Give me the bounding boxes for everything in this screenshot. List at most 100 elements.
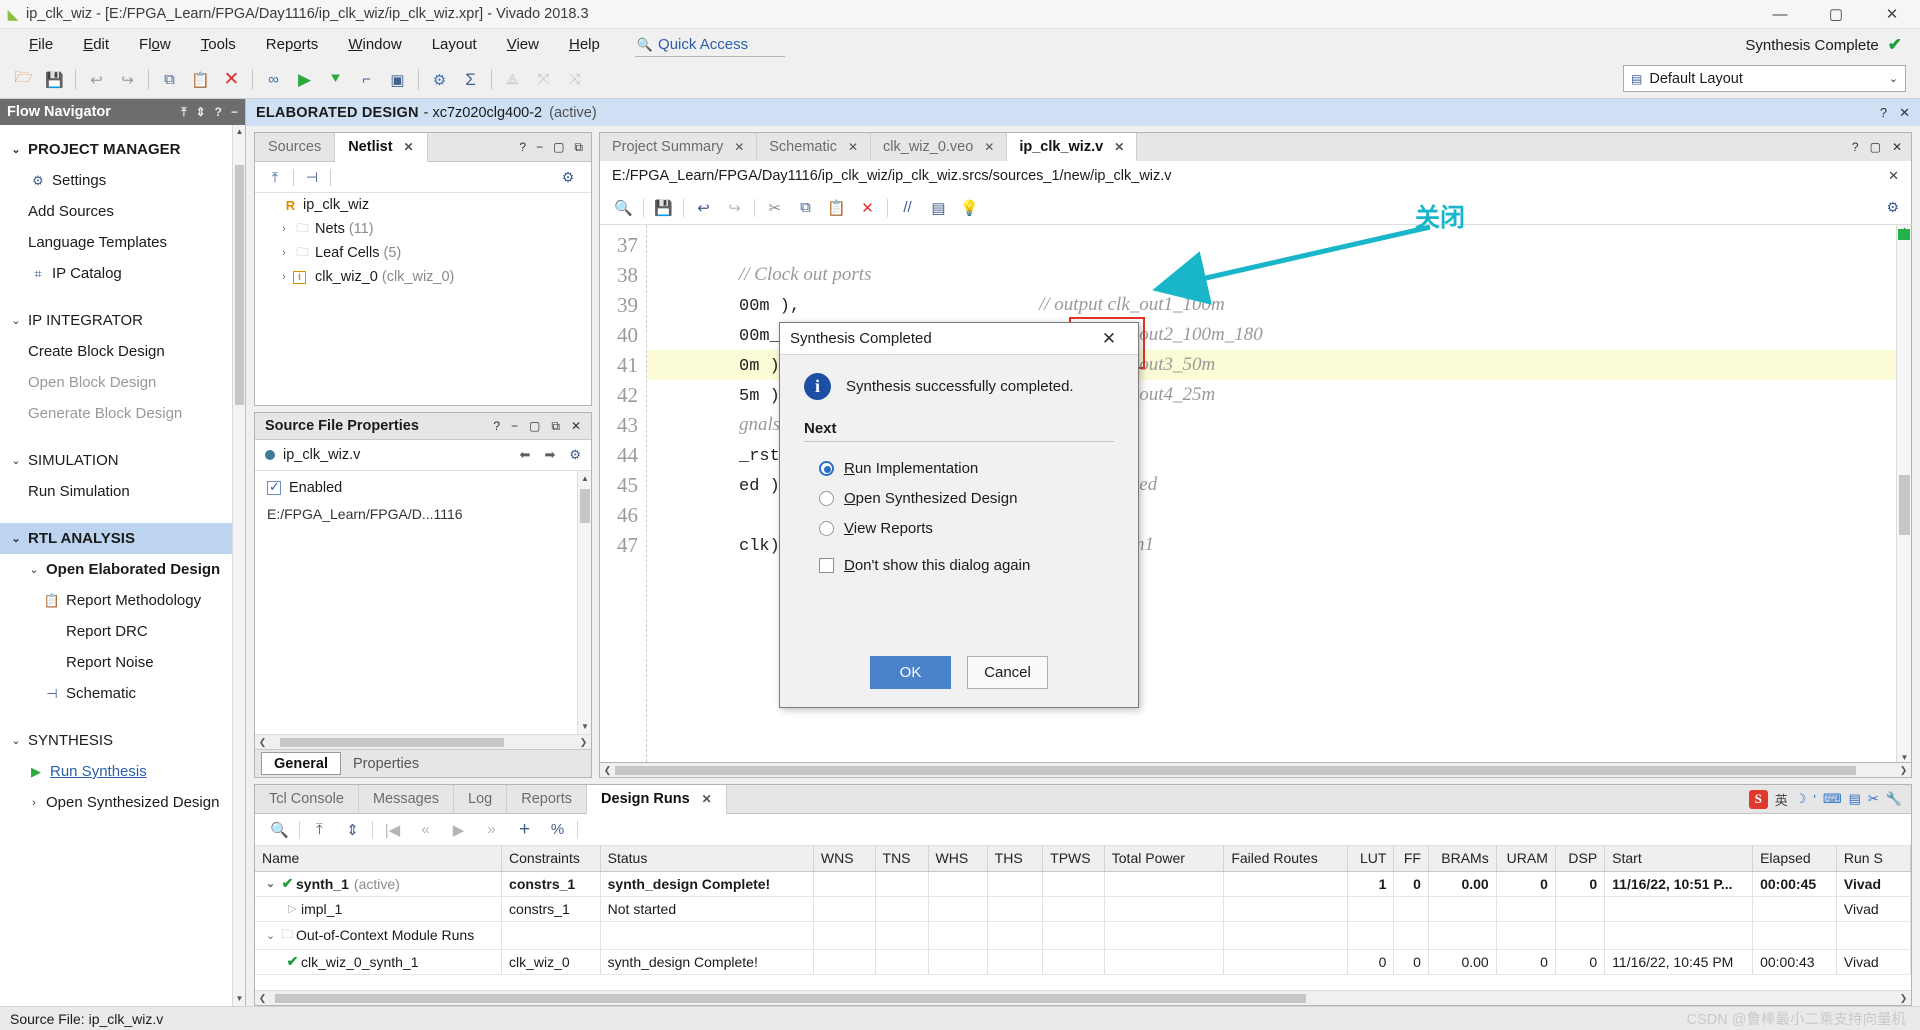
marker2-icon[interactable]: ⤧ (528, 65, 559, 95)
delete-icon[interactable]: ✕ (852, 194, 883, 221)
sidebar-section-project-manager[interactable]: ⌄ PROJECT MANAGER (0, 134, 245, 165)
minimize-button[interactable]: — (1752, 0, 1808, 29)
scroll-down-icon[interactable]: ▼ (578, 719, 591, 734)
col-tpws[interactable]: TPWS (1042, 846, 1105, 872)
sidebar-item-report-drc[interactable]: Report DRC (0, 616, 245, 647)
tab-clk-wiz-0-veo[interactable]: clk_wiz_0.veo ✕ (871, 133, 1008, 161)
tab-ip-clk-wiz-v[interactable]: ip_clk_wiz.v ✕ (1007, 133, 1138, 161)
expand-icon[interactable]: ⇕ (196, 105, 206, 120)
chevron-right-icon[interactable]: › (275, 247, 293, 259)
close-icon[interactable]: ✕ (1114, 140, 1124, 154)
col-failed-routes[interactable]: Failed Routes (1223, 846, 1348, 872)
ime-scissors-icon[interactable]: ✂ (1868, 791, 1879, 807)
float-panel-icon[interactable]: ⧉ (574, 140, 583, 155)
marker3-icon[interactable]: ⤨ (559, 65, 590, 95)
sidebar-item-settings[interactable]: ⚙ Settings (0, 165, 245, 196)
menu-flow[interactable]: Flow (124, 29, 186, 61)
collapse-all-icon[interactable]: ⤒ (303, 817, 336, 843)
minimize-panel-icon[interactable]: − (536, 140, 543, 154)
enabled-checkbox[interactable] (267, 479, 281, 495)
redo-icon[interactable]: ↪ (719, 194, 750, 221)
indent-icon[interactable]: ▤ (923, 194, 954, 221)
ime-clipboard-icon[interactable]: ▤ (1849, 791, 1861, 807)
design-runs-hscroll[interactable]: ❮ ❯ (255, 990, 1911, 1005)
tab-general[interactable]: General (261, 752, 341, 775)
ok-button[interactable]: OK (870, 656, 951, 689)
tab-sources[interactable]: Sources (255, 133, 336, 161)
col-start[interactable]: Start (1604, 846, 1754, 872)
first-icon[interactable]: |◀ (376, 817, 409, 843)
menu-help[interactable]: Help (554, 29, 615, 61)
col-ff[interactable]: FF (1393, 846, 1429, 872)
help-icon[interactable]: ? (1880, 105, 1887, 121)
maximize-panel-icon[interactable]: ▢ (553, 140, 564, 154)
col-total-power[interactable]: Total Power (1104, 846, 1225, 872)
next-icon[interactable]: » (475, 817, 508, 843)
sidebar-item-add-sources[interactable]: Add Sources (0, 196, 245, 227)
scrollbar-thumb[interactable] (580, 489, 590, 523)
undo-icon[interactable]: ↩ (81, 65, 112, 95)
col-name[interactable]: Name (255, 846, 503, 872)
dont-show-again-row[interactable]: Don't show this dialog again (819, 557, 1114, 574)
maximize-panel-icon[interactable]: ▢ (1870, 140, 1881, 154)
menu-file[interactable]: FFileile (14, 29, 68, 61)
close-icon[interactable]: ✕ (702, 792, 712, 806)
close-icon[interactable]: ✕ (1888, 168, 1899, 184)
tab-tcl-console[interactable]: Tcl Console (255, 785, 359, 813)
col-elapsed[interactable]: Elapsed (1752, 846, 1837, 872)
chevron-down-icon[interactable]: ⌄ (262, 877, 279, 890)
menu-edit[interactable]: Edit (68, 29, 124, 61)
scroll-up-icon[interactable]: ▲ (578, 471, 591, 486)
maximize-button[interactable]: ▢ (1808, 0, 1864, 29)
scroll-right-icon[interactable]: ❯ (1896, 765, 1911, 776)
comment-icon[interactable]: // (892, 194, 923, 221)
dialog-close-button[interactable]: ✕ (1090, 324, 1128, 354)
flow-navigator-scrollbar[interactable]: ▲ ▼ (232, 125, 245, 1006)
scrollbar-thumb[interactable] (275, 993, 1306, 1003)
ime-moon-icon[interactable]: ☽ (1795, 791, 1807, 807)
sidebar-section-rtl-analysis[interactable]: ⌄ RTL ANALYSIS (0, 523, 245, 554)
scroll-left-icon[interactable]: ❮ (255, 993, 270, 1004)
close-icon[interactable]: ✕ (571, 419, 581, 434)
cancel-button[interactable]: Cancel (967, 656, 1048, 689)
minimize-panel-icon[interactable]: − (511, 419, 518, 434)
table-row[interactable]: ▷ impl_1 constrs_1 Not started Vivad (255, 896, 1911, 922)
sidebar-item-create-block-design[interactable]: Create Block Design (0, 336, 245, 367)
radio-button[interactable] (819, 490, 834, 506)
col-whs[interactable]: WHS (928, 846, 988, 872)
close-icon[interactable]: ✕ (848, 140, 858, 154)
sogou-icon[interactable]: S (1748, 789, 1768, 809)
close-icon[interactable]: ✕ (1899, 105, 1910, 121)
tree-item-ip-clk-wiz[interactable]: R ip_clk_wiz (255, 193, 591, 217)
help-icon[interactable]: ? (1852, 140, 1859, 154)
col-run-strategy[interactable]: Run S (1836, 846, 1911, 872)
sidebar-item-generate-block-design[interactable]: Generate Block Design (0, 398, 245, 429)
tab-netlist[interactable]: Netlist ✕ (335, 133, 428, 162)
close-icon[interactable]: ✕ (984, 140, 994, 154)
run-icon[interactable]: ▶ (442, 817, 475, 843)
sidebar-item-report-noise[interactable]: Report Noise (0, 647, 245, 678)
sidebar-section-simulation[interactable]: ⌄ SIMULATION (0, 445, 245, 476)
radio-open-synthesized-design[interactable]: Open Synthesized Design (804, 483, 1114, 513)
percent-icon[interactable]: % (541, 817, 574, 843)
col-dsp[interactable]: DSP (1555, 846, 1606, 872)
tree-item-clk-wiz-0[interactable]: › I clk_wiz_0 (clk_wiz_0) (255, 265, 591, 289)
sum-icon[interactable]: Σ (455, 65, 486, 95)
redo-icon[interactable]: ↪ (112, 65, 143, 95)
menu-tools[interactable]: Tools (186, 29, 251, 61)
forward-icon[interactable]: ➡ (544, 447, 555, 463)
tab-design-runs[interactable]: Design Runs ✕ (587, 785, 727, 814)
menu-view[interactable]: View (492, 29, 554, 61)
open-hardware-icon[interactable]: ▣ (382, 65, 413, 95)
tree-item-nets[interactable]: › 🗀 Nets (11) (255, 217, 591, 241)
schematic-icon[interactable]: ⊣ (298, 165, 326, 189)
save-icon[interactable]: 💾 (648, 194, 679, 221)
collapse-all-icon[interactable]: ⤒ (181, 105, 186, 120)
scroll-left-icon[interactable]: ❮ (255, 737, 270, 748)
radio-run-implementation[interactable]: Run Implementation (804, 453, 1114, 483)
scroll-right-icon[interactable]: ❯ (1896, 993, 1911, 1004)
run-synthesis-icon[interactable]: ▶ (289, 65, 320, 95)
scroll-left-icon[interactable]: ❮ (600, 765, 615, 776)
tab-messages[interactable]: Messages (359, 785, 455, 813)
menu-window[interactable]: Window (333, 29, 416, 61)
